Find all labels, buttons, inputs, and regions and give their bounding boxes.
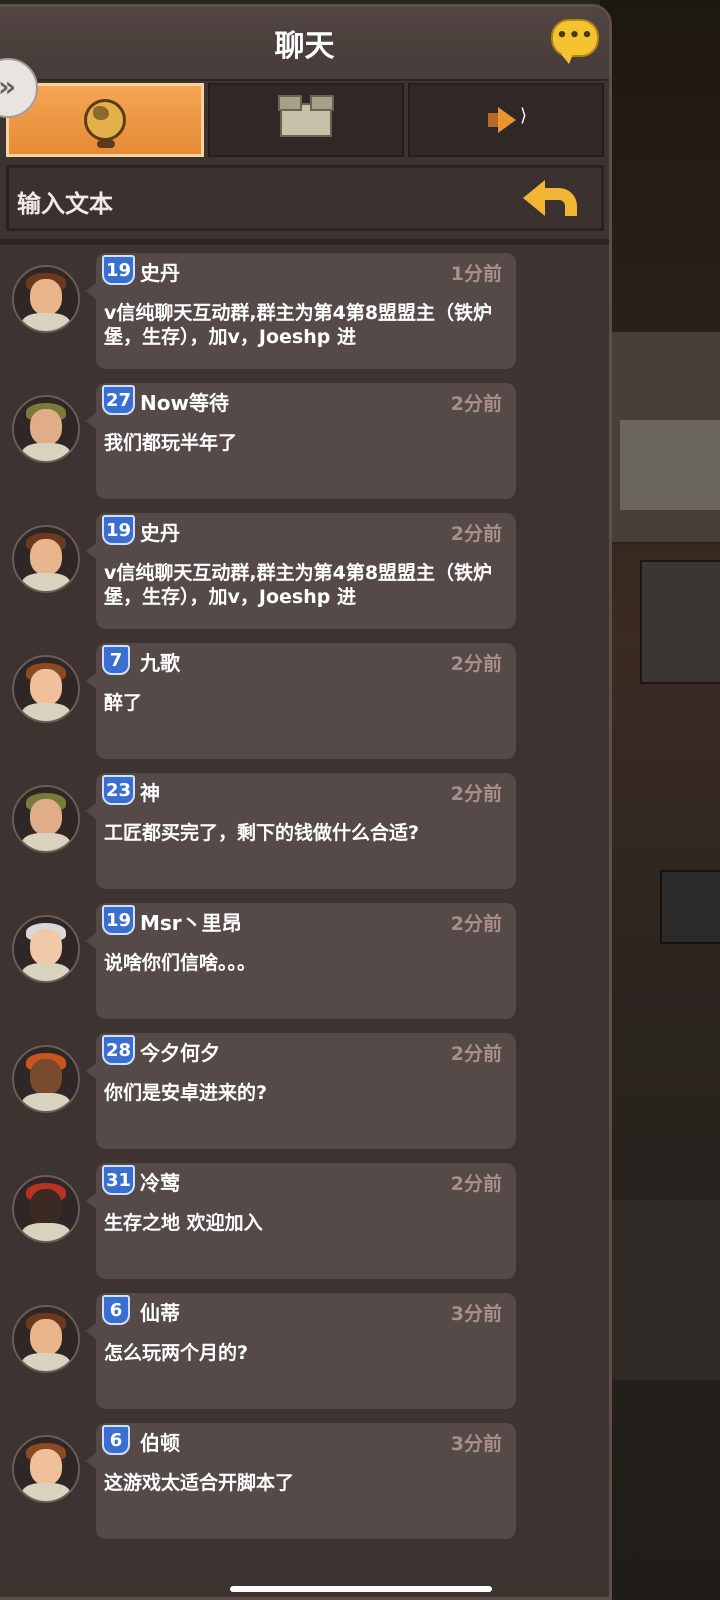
list-item[interactable]: 6 伯顿 3分前 这游戏太适合开脚本了	[0, 1423, 609, 1553]
message-time: 1分前	[450, 263, 502, 285]
message-input-row[interactable]: 输入文本	[6, 165, 604, 231]
avatar[interactable]	[12, 265, 80, 333]
message-time: 2分前	[450, 1043, 502, 1065]
title-bar: 聊天 •••	[0, 7, 609, 81]
level-badge: 19	[102, 515, 136, 545]
sender-name[interactable]: 神	[140, 777, 160, 806]
chevron-right-icon: »	[0, 70, 16, 103]
message-bubble: 6 伯顿 3分前 这游戏太适合开脚本了	[86, 1423, 516, 1539]
background-floor	[600, 1200, 720, 1380]
background-weapon-rack	[620, 420, 720, 510]
return-arrow-icon	[523, 180, 545, 216]
message-bubble: 19 史丹 2分前 v信纯聊天互动群,群主为第4第8盟盟主（铁炉堡，生存），加v…	[86, 513, 516, 629]
page-title: 聊天	[274, 29, 335, 64]
level-badge: 7	[102, 645, 130, 675]
message-bubble: 19 Msr丶里昂 2分前 说啥你们信啥。。。	[86, 903, 516, 1019]
list-item[interactable]: 19 Msr丶里昂 2分前 说啥你们信啥。。。	[0, 903, 609, 1033]
megaphone-icon: ⟩	[488, 105, 527, 133]
background-crate	[660, 870, 720, 944]
message-bubble: 7 九歌 2分前 醉了	[86, 643, 516, 759]
avatar[interactable]	[12, 785, 80, 853]
sender-name[interactable]: 今夕何夕	[140, 1037, 220, 1066]
tab-alliance[interactable]	[208, 83, 404, 157]
home-indicator[interactable]	[230, 1586, 492, 1592]
message-time: 2分前	[450, 913, 502, 935]
message-time: 2分前	[450, 1173, 502, 1195]
message-text: 醉了	[104, 692, 143, 714]
message-text: 生存之地 欢迎加入	[104, 1212, 263, 1234]
list-item[interactable]: 19 史丹 1分前 v信纯聊天互动群,群主为第4第8盟盟主（铁炉堡，生存），加v…	[0, 253, 609, 383]
level-badge: 19	[102, 905, 136, 935]
avatar[interactable]	[12, 1175, 80, 1243]
list-item[interactable]: 27 Now等待 2分前 我们都玩半年了	[0, 383, 609, 513]
level-badge: 28	[102, 1035, 136, 1065]
message-bubble: 28 今夕何夕 2分前 你们是安卓进来的?	[86, 1033, 516, 1149]
level-badge: 31	[102, 1165, 136, 1195]
send-button[interactable]	[523, 176, 583, 220]
background-cart	[640, 560, 720, 684]
message-text: 你们是安卓进来的?	[104, 1082, 268, 1104]
message-time: 3分前	[450, 1433, 502, 1455]
avatar[interactable]	[12, 655, 80, 723]
sender-name[interactable]: Msr丶里昂	[140, 907, 242, 936]
divider	[0, 239, 609, 245]
message-bubble: 19 史丹 1分前 v信纯聊天互动群,群主为第4第8盟盟主（铁炉堡，生存），加v…	[86, 253, 516, 369]
message-text: 这游戏太适合开脚本了	[104, 1472, 295, 1494]
globe-icon	[84, 99, 126, 148]
tab-announcement[interactable]: ⟩	[408, 83, 604, 157]
list-item[interactable]: 28 今夕何夕 2分前 你们是安卓进来的?	[0, 1033, 609, 1163]
list-item[interactable]: 19 史丹 2分前 v信纯聊天互动群,群主为第4第8盟盟主（铁炉堡，生存），加v…	[0, 513, 609, 643]
castle-icon	[278, 95, 334, 137]
message-text: v信纯聊天互动群,群主为第4第8盟盟主（铁炉堡，生存），加v，Joeshp 进	[104, 562, 493, 608]
message-list[interactable]: 19 史丹 1分前 v信纯聊天互动群,群主为第4第8盟盟主（铁炉堡，生存），加v…	[0, 253, 609, 1553]
sender-name[interactable]: 九歌	[140, 647, 180, 676]
chat-bubble-icon[interactable]: •••	[551, 19, 599, 64]
avatar[interactable]	[12, 395, 80, 463]
chat-dots-icon: •••	[556, 25, 594, 46]
message-time: 2分前	[450, 783, 502, 805]
message-bubble: 6 仙蒂 3分前 怎么玩两个月的?	[86, 1293, 516, 1409]
game-background	[600, 0, 720, 1600]
avatar[interactable]	[12, 1305, 80, 1373]
message-time: 2分前	[450, 393, 502, 415]
message-text: 说啥你们信啥。。。	[104, 952, 257, 974]
sender-name[interactable]: Now等待	[140, 387, 229, 416]
sender-name[interactable]: 冷莺	[140, 1167, 180, 1196]
avatar[interactable]	[12, 915, 80, 983]
level-badge: 27	[102, 385, 136, 415]
list-item[interactable]: 6 仙蒂 3分前 怎么玩两个月的?	[0, 1293, 609, 1423]
sender-name[interactable]: 史丹	[140, 257, 180, 286]
message-text: 我们都玩半年了	[104, 432, 238, 454]
chat-tabs: ⟩	[6, 83, 604, 157]
message-bubble: 31 冷莺 2分前 生存之地 欢迎加入	[86, 1163, 516, 1279]
sender-name[interactable]: 仙蒂	[140, 1297, 180, 1326]
list-item[interactable]: 31 冷莺 2分前 生存之地 欢迎加入	[0, 1163, 609, 1293]
sender-name[interactable]: 史丹	[140, 517, 180, 546]
message-time: 2分前	[450, 523, 502, 545]
message-time: 3分前	[450, 1303, 502, 1325]
avatar[interactable]	[12, 525, 80, 593]
message-bubble: 27 Now等待 2分前 我们都玩半年了	[86, 383, 516, 499]
sender-name[interactable]: 伯顿	[140, 1427, 180, 1456]
message-time: 2分前	[450, 653, 502, 675]
level-badge: 6	[102, 1295, 130, 1325]
list-item[interactable]: 23 神 2分前 工匠都买完了，剩下的钱做什么合适?	[0, 773, 609, 903]
message-text: 工匠都买完了，剩下的钱做什么合适?	[104, 822, 420, 844]
level-badge: 6	[102, 1425, 130, 1455]
message-bubble: 23 神 2分前 工匠都买完了，剩下的钱做什么合适?	[86, 773, 516, 889]
message-input[interactable]: 输入文本	[17, 184, 113, 219]
level-badge: 19	[102, 255, 136, 285]
list-item[interactable]: 7 九歌 2分前 醉了	[0, 643, 609, 773]
message-text: 怎么玩两个月的?	[104, 1342, 249, 1364]
avatar[interactable]	[12, 1435, 80, 1503]
chat-panel: 聊天 ••• ⟩ 输入文本 19 史丹 1分前 v信纯聊天互动群,群主为第4第8…	[0, 4, 612, 1600]
message-text: v信纯聊天互动群,群主为第4第8盟盟主（铁炉堡，生存），加v，Joeshp 进	[104, 302, 493, 348]
avatar[interactable]	[12, 1045, 80, 1113]
level-badge: 23	[102, 775, 136, 805]
